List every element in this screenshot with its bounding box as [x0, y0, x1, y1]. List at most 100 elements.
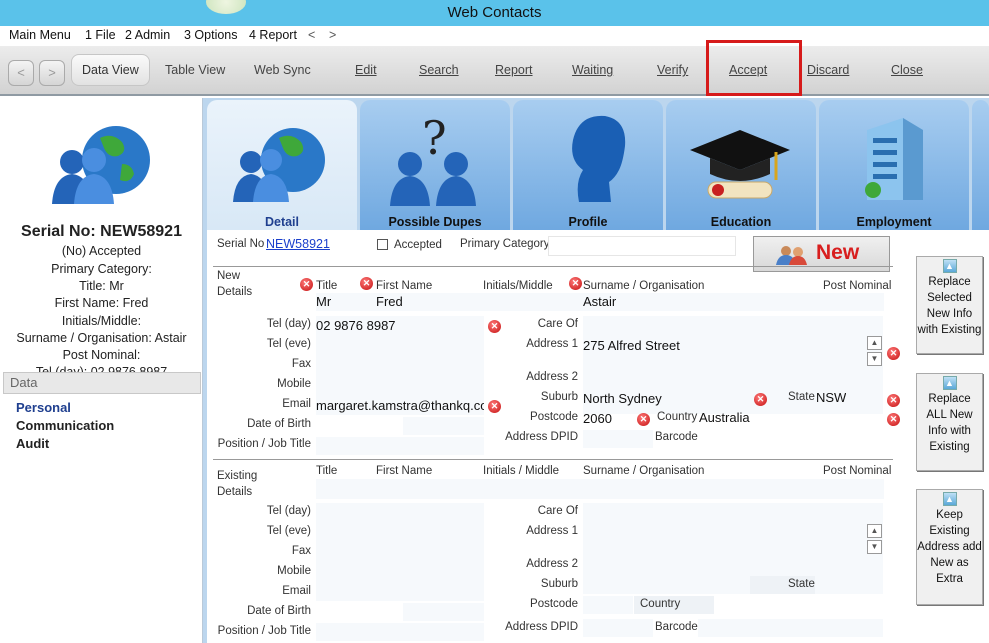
ex-scroll-up-icon[interactable]: ▲	[867, 524, 882, 538]
fax-label: Fax	[291, 358, 311, 370]
scroll-up-icon[interactable]: ▲	[867, 336, 882, 350]
dpid-field[interactable]	[583, 430, 653, 448]
tab-profile-label: Profile	[568, 215, 608, 229]
postcode-value[interactable]: 2060	[583, 411, 612, 426]
tel-day-label: Tel (day)	[266, 318, 311, 330]
tab-detail-label: Detail	[264, 215, 300, 229]
menu-options[interactable]: 3 Options	[184, 28, 238, 42]
title-bar: Web Contacts	[0, 0, 989, 26]
surname-col-label: Surname / Organisation	[583, 280, 705, 292]
ex-scroll-down-icon[interactable]: ▼	[867, 540, 882, 554]
nav-audit[interactable]: Audit	[16, 436, 49, 451]
menu-report[interactable]: 4 Report	[249, 28, 297, 42]
title-value[interactable]: Mr	[316, 294, 331, 309]
ex-state-label: State	[788, 578, 815, 590]
edit-button[interactable]: Edit	[355, 63, 377, 77]
clear-first-name-icon[interactable]: ✕	[360, 277, 373, 290]
back-button[interactable]: <	[8, 60, 34, 86]
nav-personal[interactable]: Personal	[16, 400, 71, 415]
ex-email-label: Email	[282, 585, 311, 597]
address2-label: Address 2	[526, 371, 578, 383]
clear-address-icon[interactable]: ✕	[887, 347, 900, 360]
ex-address2-label: Address 2	[526, 558, 578, 570]
ex-address-fields	[583, 503, 883, 594]
search-button[interactable]: Search	[419, 63, 459, 77]
position-field[interactable]	[316, 437, 484, 455]
country-value[interactable]: Australia	[699, 410, 750, 425]
data-view-button[interactable]: Data View	[82, 63, 139, 77]
accepted-checkbox[interactable]	[377, 239, 388, 250]
ex-country-label: Country	[640, 598, 681, 610]
ex-dob-field	[403, 603, 484, 621]
post-nominal-col-label: Post Nominal	[823, 280, 892, 292]
tab-employment[interactable]: Employment	[819, 100, 969, 230]
ex-title-col-label: Title	[316, 465, 338, 477]
clear-initials-icon[interactable]: ✕	[569, 277, 582, 290]
table-view-button[interactable]: Table View	[165, 63, 225, 77]
ex-suburb-label: Suburb	[540, 578, 578, 590]
primary-category-field[interactable]	[548, 236, 736, 256]
keep-existing-button[interactable]: ▲ Keep Existing Address add New as Extra	[916, 489, 983, 605]
barcode-field[interactable]	[713, 430, 883, 448]
ex-postcode-label: Postcode	[530, 598, 578, 610]
info-post-nominal: Post Nominal:	[62, 348, 141, 362]
tab-detail[interactable]: Detail	[207, 100, 357, 230]
info-title: Title: Mr	[79, 279, 124, 293]
new-status-label: New	[816, 241, 860, 264]
tel-eve-label: Tel (eve)	[266, 338, 311, 350]
scroll-down-icon[interactable]: ▼	[867, 352, 882, 366]
first-name-value[interactable]: Fred	[376, 294, 403, 309]
primary-category-label: Primary Category	[460, 238, 550, 250]
ex-care-of-label: Care Of	[537, 505, 578, 517]
menu-forward[interactable]: >	[329, 28, 336, 42]
menu-admin[interactable]: 2 Admin	[125, 28, 170, 42]
ex-surname-col-label: Surname / Organisation	[583, 465, 705, 477]
ex-contact-fields	[316, 503, 484, 601]
nav-communication[interactable]: Communication	[16, 418, 114, 433]
waiting-button[interactable]: Waiting	[572, 63, 613, 77]
divider	[213, 459, 893, 460]
menu-back[interactable]: <	[308, 28, 315, 42]
address1-value[interactable]: 275 Alfred Street	[583, 338, 680, 353]
barcode-label: Barcode	[655, 431, 698, 443]
ex-mobile-label: Mobile	[277, 565, 311, 577]
verify-button[interactable]: Verify	[657, 63, 688, 77]
menu-file[interactable]: 1 File	[85, 28, 116, 42]
surname-value[interactable]: Astair	[583, 294, 616, 309]
tel-day-value[interactable]: 02 9876 8987	[316, 318, 396, 333]
ex-first-name-col-label: First Name	[376, 465, 433, 477]
tab-possible-dupes[interactable]: ? Possible Dupes	[360, 100, 510, 230]
accept-button[interactable]: Accept	[729, 63, 767, 77]
ex-tel-day-label: Tel (day)	[266, 505, 311, 517]
tab-profile[interactable]: Profile	[513, 100, 663, 230]
discard-button[interactable]: Discard	[807, 63, 849, 77]
arrow-up-icon: ▲	[942, 259, 957, 273]
clear-suburb-icon[interactable]: ✕	[754, 393, 767, 406]
contacts-globe-icon	[52, 126, 150, 204]
report-button[interactable]: Report	[495, 63, 533, 77]
clear-state-icon[interactable]: ✕	[887, 394, 900, 407]
tab-education[interactable]: Education	[666, 100, 816, 230]
dob-field[interactable]	[403, 417, 484, 435]
web-sync-button[interactable]: Web Sync	[254, 63, 311, 77]
country-label: Country	[657, 411, 698, 423]
replace-selected-button[interactable]: ▲ Replace Selected New Info with Existin…	[916, 256, 983, 354]
state-value[interactable]: NSW	[816, 390, 846, 405]
tab-more[interactable]	[972, 100, 989, 230]
menu-main[interactable]: Main Menu	[9, 28, 71, 42]
forward-button[interactable]: >	[39, 60, 65, 86]
clear-title-icon[interactable]: ✕	[300, 278, 313, 291]
suburb-value[interactable]: North Sydney	[583, 391, 662, 406]
info-first-name: First Name: Fred	[54, 296, 149, 310]
keep-existing-label: Keep Existing Address add New as Extra	[917, 509, 982, 585]
close-button[interactable]: Close	[891, 63, 923, 77]
email-value[interactable]: margaret.kamstra@thankq.com	[316, 398, 484, 413]
info-initials: Initials/Middle:	[61, 314, 142, 328]
clear-country-icon[interactable]: ✕	[887, 413, 900, 426]
clear-postcode-icon[interactable]: ✕	[637, 413, 650, 426]
ex-tel-eve-label: Tel (eve)	[266, 525, 311, 537]
replace-all-button[interactable]: ▲ Replace ALL New Info with Existing	[916, 373, 983, 471]
info-primary-category: Primary Category:	[51, 262, 152, 276]
detail-globe-icon	[233, 128, 325, 202]
ex-barcode-label: Barcode	[655, 621, 698, 633]
